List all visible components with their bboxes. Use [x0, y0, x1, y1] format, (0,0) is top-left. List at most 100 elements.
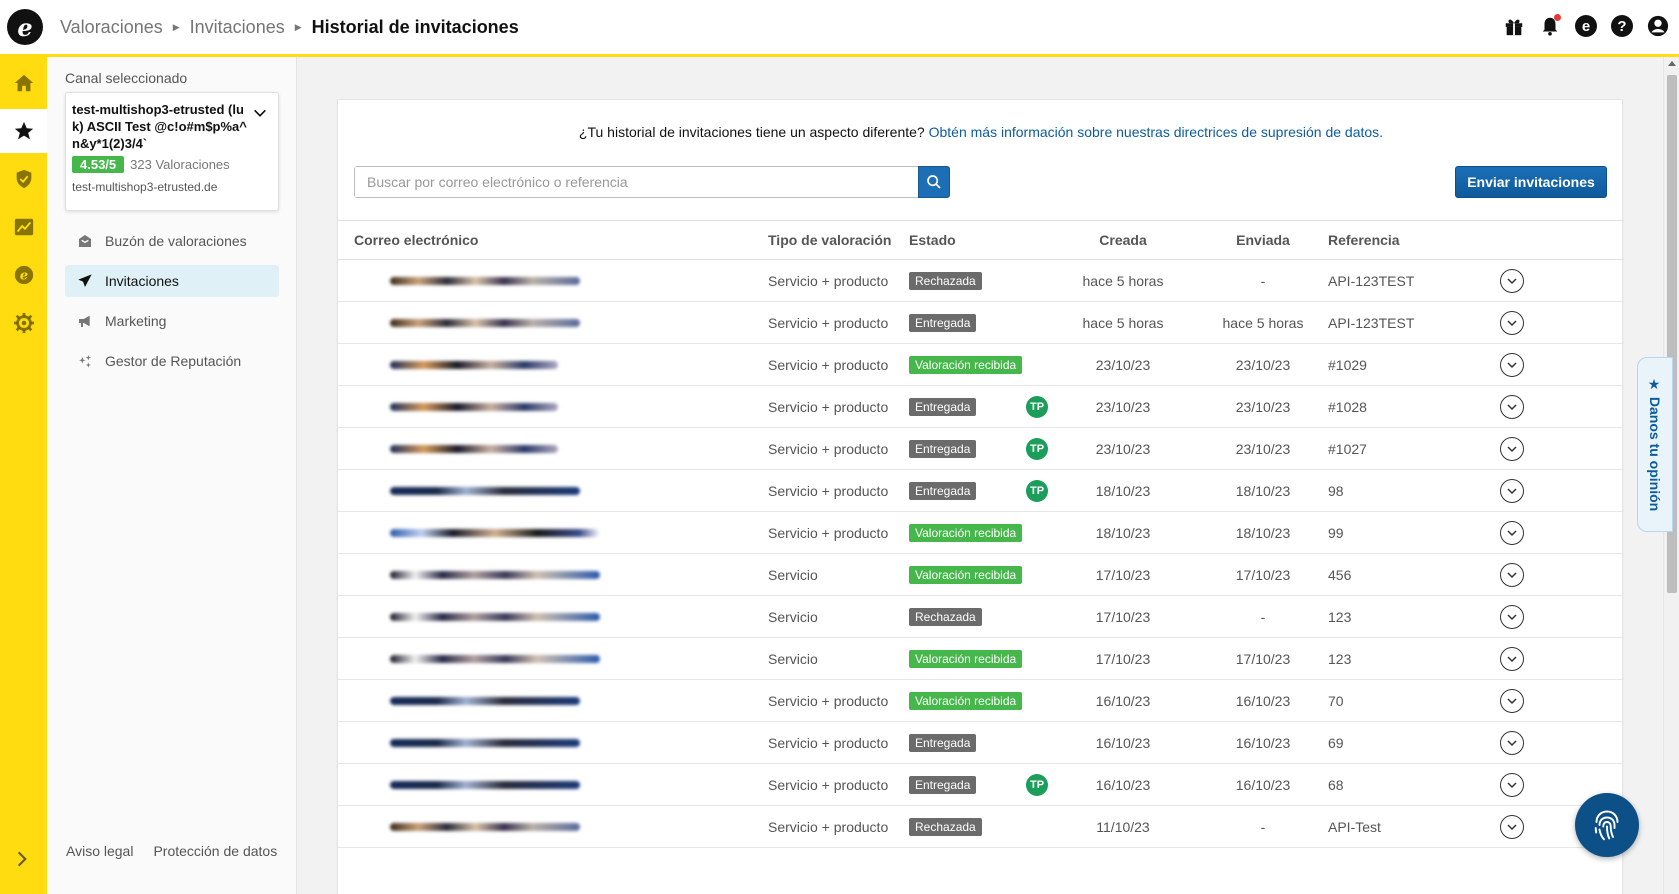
user-icon[interactable] [1647, 15, 1669, 37]
gift-icon[interactable] [1503, 15, 1525, 37]
col-status[interactable]: Estado [909, 232, 956, 248]
table-row[interactable]: Servicio + producto Entregada TP 23/10/23 23… [338, 428, 1624, 470]
etrusted-icon[interactable]: e [0, 253, 47, 297]
table-row[interactable]: Servicio + producto Entregada hace 5 horas… [338, 302, 1624, 344]
col-created[interactable]: Creada [1048, 232, 1198, 248]
bell-icon[interactable] [1539, 14, 1561, 37]
expand-row-button[interactable] [1500, 520, 1524, 545]
nav-item-marketing[interactable]: Marketing [65, 305, 279, 337]
table-row[interactable]: Servicio + producto Rechazada 11/10/23 - API… [338, 806, 1624, 848]
table-row[interactable]: Servicio Valoración recibida 17/10/23 17/10… [338, 638, 1624, 680]
email-redacted [354, 822, 580, 831]
help-icon[interactable]: ? [1611, 15, 1633, 37]
cell-type: Servicio + producto [768, 314, 889, 331]
chevron-down-icon[interactable] [1500, 352, 1524, 377]
cell-created: 23/10/23 [1095, 440, 1151, 457]
email-redacted [354, 528, 600, 537]
chevron-down-icon[interactable] [1500, 310, 1524, 335]
etrusted-logo[interactable]: e [7, 9, 43, 45]
search-button[interactable] [918, 166, 950, 198]
etrusted-icon[interactable]: e [1575, 15, 1597, 37]
nav-item-gestor-reputacion[interactable]: Gestor de Reputación [65, 345, 279, 377]
expand-row-button[interactable] [1500, 604, 1524, 629]
tp-badge: TP [1026, 479, 1048, 502]
status-badge: Valoración recibida [909, 523, 1023, 542]
fingerprint-button[interactable] [1575, 793, 1639, 857]
redacted-email [390, 318, 580, 327]
chevron-down-icon[interactable] [252, 105, 268, 124]
expand-row-button[interactable] [1500, 688, 1524, 713]
breadcrumb-valoraciones[interactable]: Valoraciones [60, 17, 163, 38]
chevron-down-icon[interactable] [1500, 604, 1524, 629]
cell-status: Valoración recibida [909, 691, 1023, 710]
expand-row-button[interactable] [1500, 814, 1524, 839]
cell-sent: - [1260, 272, 1266, 289]
table-row[interactable]: Servicio + producto Rechazada hace 5 horas… [338, 260, 1624, 302]
chevron-down-icon[interactable] [1500, 772, 1524, 797]
chevron-down-icon[interactable] [1500, 268, 1524, 293]
chevron-down-icon[interactable] [1500, 394, 1524, 419]
proteccion-datos-link[interactable]: Protección de datos [153, 843, 277, 859]
chevron-right-icon[interactable] [12, 849, 32, 872]
col-sent[interactable]: Enviada [1188, 232, 1338, 248]
notice-link[interactable]: Obtén más información sobre nuestras dir… [929, 124, 1383, 140]
redacted-email [390, 528, 600, 537]
aviso-legal-link[interactable]: Aviso legal [66, 843, 133, 859]
channel-selector[interactable]: test-multishop3-etrusted (luk) ASCII Tes… [65, 92, 279, 211]
nav-item-buzon[interactable]: Buzón de valoraciones [65, 225, 279, 257]
table-row[interactable]: Servicio + producto Entregada TP 18/10/23 18… [338, 470, 1624, 512]
expand-row-button[interactable] [1500, 352, 1524, 377]
breadcrumb-invitaciones[interactable]: Invitaciones [190, 17, 285, 38]
breadcrumb-separator-icon: ▶ [172, 22, 180, 32]
star-icon[interactable] [0, 109, 47, 153]
send-invitations-button[interactable]: Enviar invitaciones [1455, 166, 1607, 198]
col-type[interactable]: Tipo de valoración [768, 232, 891, 248]
chevron-down-icon[interactable] [1500, 436, 1524, 461]
expand-row-button[interactable] [1500, 772, 1524, 797]
cell-created: 23/10/23 [1095, 356, 1151, 373]
svg-text:e: e [19, 269, 27, 284]
redacted-email [390, 570, 600, 579]
chevron-down-icon[interactable] [1500, 646, 1524, 671]
table-row[interactable]: Servicio + producto Valoración recibida 18… [338, 512, 1624, 554]
top-bar: e Valoraciones ▶ Invitaciones ▶ Historia… [0, 0, 1679, 57]
megaphone-icon [75, 313, 95, 329]
expand-row-button[interactable] [1500, 562, 1524, 587]
col-email[interactable]: Correo electrónico [354, 232, 478, 248]
chevron-down-icon[interactable] [1500, 520, 1524, 545]
gear-icon[interactable] [0, 301, 47, 345]
table-row[interactable]: Servicio Valoración recibida 17/10/23 17/10… [338, 554, 1624, 596]
expand-row-button[interactable] [1500, 436, 1524, 461]
table-row[interactable]: Servicio + producto Valoración recibida 16… [338, 680, 1624, 722]
chevron-down-icon[interactable] [1500, 730, 1524, 755]
scroll-up-arrow[interactable] [1668, 61, 1676, 66]
chevron-down-icon[interactable] [1500, 814, 1524, 839]
table-row[interactable]: Servicio + producto Valoración recibida 23… [338, 344, 1624, 386]
col-reference[interactable]: Referencia [1328, 232, 1400, 248]
chart-icon[interactable] [0, 205, 47, 249]
table-row[interactable]: Servicio + producto Entregada 16/10/23 16/1… [338, 722, 1624, 764]
cell-reference: 456 [1328, 566, 1352, 583]
chevron-down-icon[interactable] [1500, 688, 1524, 713]
expand-row-button[interactable] [1500, 646, 1524, 671]
table-row[interactable]: Servicio + producto Entregada TP 16/10/23 16… [338, 764, 1624, 806]
chevron-down-icon[interactable] [1500, 478, 1524, 503]
shield-check-icon[interactable] [0, 157, 47, 201]
cell-reference: 99 [1328, 524, 1344, 541]
search-input[interactable] [355, 167, 915, 197]
cell-sent: 23/10/23 [1235, 398, 1291, 415]
status-badge: Valoración recibida [909, 355, 1023, 374]
status-badge: Entregada [909, 481, 977, 500]
expand-row-button[interactable] [1500, 730, 1524, 755]
table-row[interactable]: Servicio Rechazada 17/10/23 - 123 [338, 596, 1624, 638]
expand-row-button[interactable] [1500, 268, 1524, 293]
home-icon[interactable] [0, 61, 47, 105]
expand-row-button[interactable] [1500, 394, 1524, 419]
expand-row-button[interactable] [1500, 310, 1524, 335]
expand-row-button[interactable] [1500, 478, 1524, 503]
nav-item-invitaciones[interactable]: Invitaciones [65, 265, 279, 297]
table-header: Correo electrónico Tipo de valoración Es… [338, 221, 1624, 260]
chevron-down-icon[interactable] [1500, 562, 1524, 587]
feedback-tab[interactable]: ★ Danos tu opinión [1637, 357, 1673, 532]
table-row[interactable]: Servicio + producto Entregada TP 23/10/23 23… [338, 386, 1624, 428]
